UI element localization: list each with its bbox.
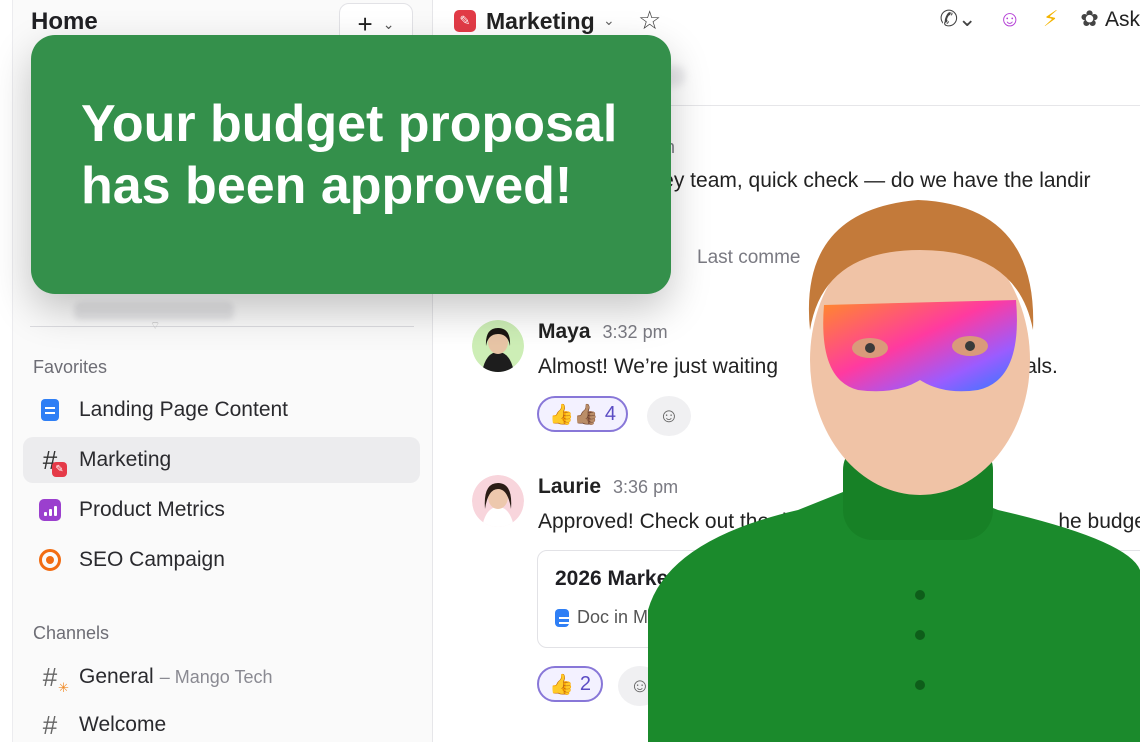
thumbs-up-icon: 👍👍🏽 — [549, 403, 599, 426]
target-icon — [37, 547, 63, 573]
channel-title[interactable]: Marketing — [486, 8, 595, 35]
lightning-icon[interactable]: ⚡ — [1043, 6, 1058, 32]
approval-toast: Your budget proposal has been approved! — [31, 35, 671, 294]
doc-icon — [555, 608, 569, 627]
chevron-down-icon: ⌄ — [382, 15, 395, 32]
sidebar-item-label: Product Metrics — [79, 498, 225, 521]
favorites-label: Favorites — [33, 357, 108, 377]
channel-hash-icon: # — [42, 710, 58, 740]
sidebar-item-welcome[interactable]: # Welcome — [23, 702, 420, 748]
person-photo — [648, 190, 1140, 742]
sidebar-item-seo-campaign[interactable]: SEO Campaign — [23, 537, 420, 583]
channel-hash-icon: # ✳ — [42, 662, 69, 695]
header-actions: ✆⌄ ☺ ⚡ ✿ Ask — [940, 6, 1140, 32]
sidebar-title: Home — [31, 8, 98, 35]
sidebar-item-label: Landing Page Content — [79, 398, 289, 421]
reaction-chip[interactable]: 👍 2 — [537, 666, 604, 702]
reaction-count: 2 — [579, 672, 592, 695]
sidebar-item-label: Marketing — [79, 448, 172, 471]
resize-handle[interactable]: ⌔ — [150, 319, 160, 333]
sidebar-item-product-metrics[interactable]: Product Metrics — [23, 487, 420, 533]
sidebar-rail — [0, 0, 13, 742]
channels-label: Channels — [33, 623, 110, 643]
toast-message: Your budget proposal has been approved! — [81, 95, 618, 215]
avatar[interactable] — [472, 475, 524, 527]
ask-label: Ask — [1104, 8, 1140, 31]
sidebar-item-label: Welcome — [79, 713, 167, 736]
sidebar-item-workspace: – Mango Tech — [159, 666, 273, 687]
channel-icon: ✎ — [454, 10, 476, 32]
attachment-subtitle: Doc in M — [555, 607, 648, 628]
avatar[interactable] — [472, 320, 524, 372]
ai-icon[interactable]: ☺ — [999, 6, 1021, 32]
sidebar-item-general[interactable]: # ✳ General – Mango Tech — [23, 654, 420, 700]
star-icon[interactable]: ☆ — [638, 5, 661, 36]
sidebar-item-marketing[interactable]: # ✎ Marketing — [23, 437, 420, 483]
ask-icon: ✿ — [1080, 6, 1099, 31]
reaction-chip[interactable]: 👍👍🏽 4 — [537, 396, 628, 432]
thumbs-up-icon: 👍 — [549, 673, 574, 696]
chart-icon — [37, 497, 63, 523]
channel-hash-icon: # ✎ — [37, 447, 67, 477]
divider — [30, 326, 414, 327]
sidebar-item-label: SEO Campaign — [79, 548, 225, 571]
call-icon[interactable]: ✆⌄ — [940, 6, 977, 32]
chevron-down-icon[interactable]: ⌄ — [603, 12, 615, 29]
reaction-count: 4 — [604, 402, 616, 425]
ask-button[interactable]: ✿ Ask — [1080, 6, 1140, 32]
sidebar-item-landing-page-content[interactable]: Landing Page Content — [23, 387, 420, 433]
doc-icon — [37, 397, 63, 423]
sidebar-item-label: General — [79, 665, 154, 688]
